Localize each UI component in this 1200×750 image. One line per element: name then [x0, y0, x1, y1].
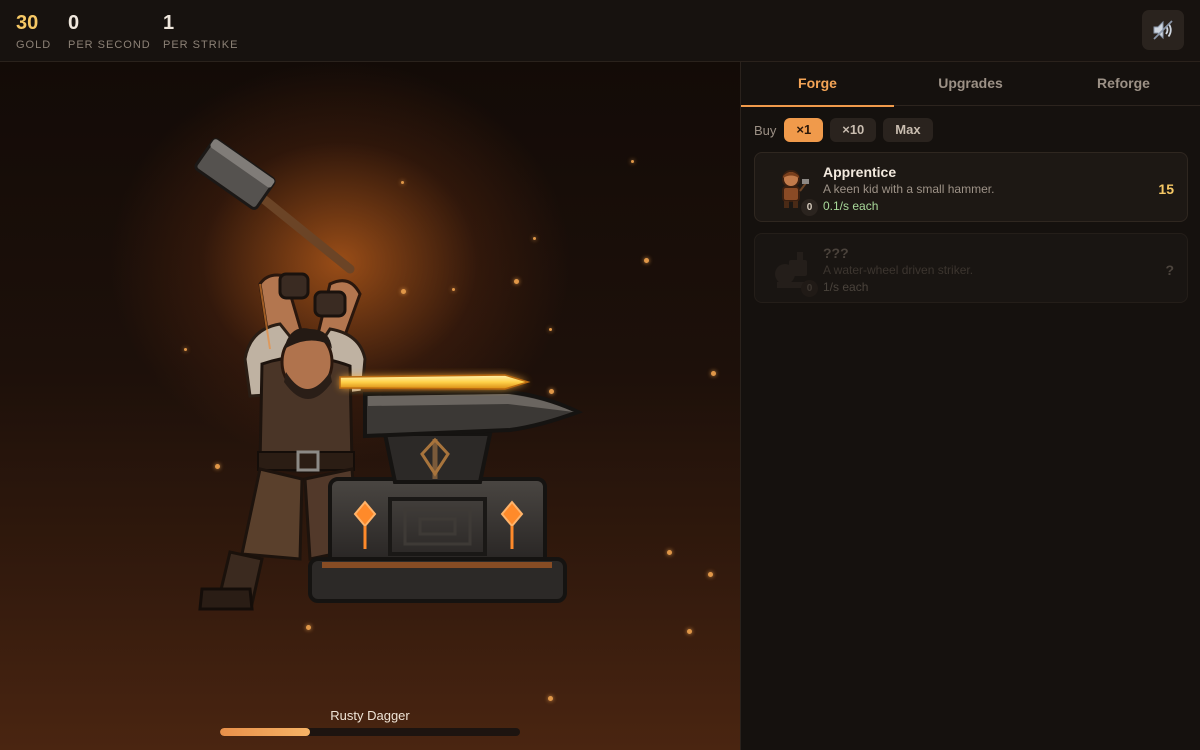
worker-description: A keen kid with a small hammer. — [823, 182, 995, 196]
buy-label: Buy — [754, 122, 777, 138]
ember-spark — [711, 371, 716, 376]
blacksmith-anvil-illustration[interactable] — [190, 134, 590, 624]
ember-spark — [708, 572, 713, 577]
tab-forge[interactable]: Forge — [741, 62, 894, 107]
ember-spark — [306, 625, 311, 630]
buy-quantity-selector: Buy ×1 ×10 Max — [754, 118, 940, 142]
per-second-label: PER SECOND — [68, 39, 151, 51]
ember-spark — [667, 550, 672, 555]
worker-rate: 0.1/s each — [823, 199, 879, 213]
worker-name: Apprentice — [823, 164, 897, 180]
buy-x10-button[interactable]: ×10 — [830, 118, 877, 142]
panel-tabs: Forge Upgrades Reforge — [741, 62, 1200, 107]
worker-description: A water-wheel driven striker. — [823, 263, 974, 277]
per-second-value: 0 — [68, 12, 80, 34]
per-strike-value: 1 — [163, 12, 175, 34]
worker-name: ??? — [823, 245, 849, 261]
top-stats-bar: 30 GOLD 0 PER SECOND 1 PER STRIKE — [0, 0, 1200, 62]
ember-spark — [548, 696, 553, 701]
ember-spark — [631, 160, 634, 163]
glowing-blade — [339, 374, 531, 390]
worker-cost: 15 — [1158, 181, 1174, 197]
ember-spark — [687, 629, 692, 634]
tab-upgrades[interactable]: Upgrades — [894, 62, 1047, 106]
forge-progress-bar — [220, 728, 520, 736]
current-item-name: Rusty Dagger — [330, 708, 410, 723]
per-strike-stat: 1 PER STRIKE — [163, 12, 238, 51]
sound-toggle-button[interactable] — [1142, 10, 1184, 50]
per-second-stat: 0 PER SECOND — [68, 12, 151, 51]
per-strike-label: PER STRIKE — [163, 39, 239, 51]
forge-scene[interactable]: Rusty Dagger — [0, 62, 740, 750]
worker-card-apprentice[interactable]: 0 Apprentice A keen kid with a small ham… — [754, 152, 1188, 222]
shop-panel: Forge Upgrades Reforge Buy ×1 ×10 Max 0 … — [740, 62, 1200, 750]
buy-x1-button[interactable]: ×1 — [784, 118, 824, 142]
ember-spark — [184, 348, 187, 351]
tab-reforge[interactable]: Reforge — [1047, 62, 1200, 106]
ember-spark — [644, 258, 649, 263]
speaker-muted-icon — [1153, 20, 1173, 40]
owned-count-badge: 0 — [801, 199, 818, 216]
forge-progress-fill — [220, 728, 310, 736]
worker-card-locked[interactable]: 0 ??? A water-wheel driven striker. 1/s … — [754, 233, 1188, 303]
worker-cost: ? — [1165, 262, 1174, 278]
buy-max-button[interactable]: Max — [883, 118, 933, 142]
gold-label: GOLD — [16, 39, 52, 51]
owned-count-badge: 0 — [801, 280, 818, 297]
gold-stat: 30 GOLD — [16, 12, 51, 51]
worker-rate: 1/s each — [823, 280, 869, 294]
gold-value: 30 — [16, 12, 39, 34]
